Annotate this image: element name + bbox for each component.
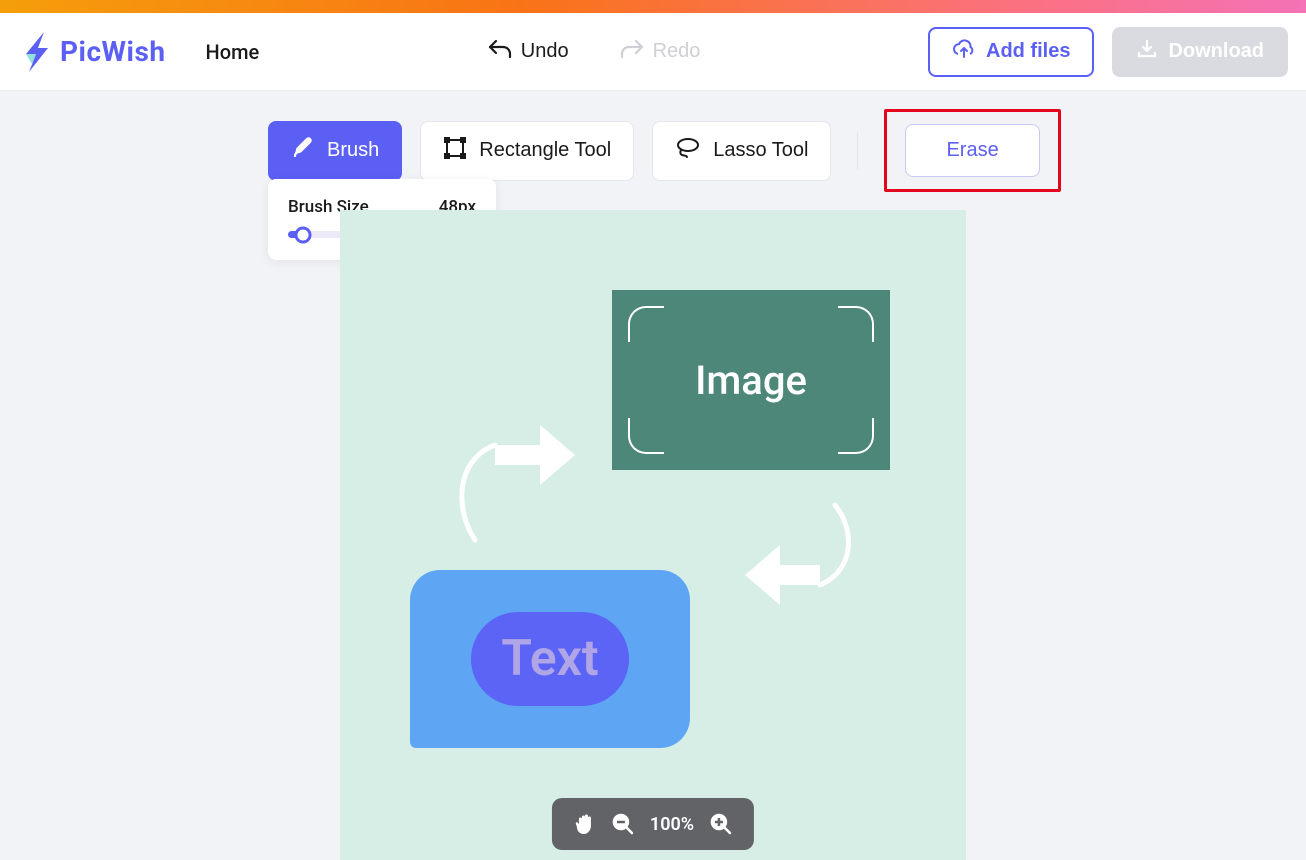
promo-strip: [0, 0, 1306, 13]
rectangle-icon: [443, 136, 467, 166]
zoom-toolbar: 100%: [552, 798, 754, 850]
header: PicWish Home Undo Redo: [0, 13, 1306, 91]
crop-corner-icon: [628, 418, 664, 454]
zoom-level: 100%: [650, 814, 694, 835]
brush-icon: [291, 136, 315, 166]
pan-hand-icon[interactable]: [574, 812, 596, 836]
rectangle-tool-button[interactable]: Rectangle Tool: [420, 121, 634, 181]
zoom-out-icon[interactable]: [612, 813, 634, 835]
undo-label: Undo: [521, 40, 569, 63]
add-files-label: Add files: [986, 40, 1070, 63]
undo-button[interactable]: Undo: [487, 38, 569, 66]
redo-button: Redo: [619, 38, 701, 66]
brush-label: Brush: [327, 139, 379, 162]
workspace: Image Text: [0, 210, 1306, 860]
upload-cloud-icon: [952, 39, 976, 65]
text-block-label: Text: [501, 630, 598, 688]
curved-arrow-icon: [740, 500, 860, 624]
logo-icon: [18, 30, 54, 74]
add-files-button[interactable]: Add files: [928, 27, 1094, 77]
rectangle-label: Rectangle Tool: [479, 139, 611, 162]
tool-toolbar: Brush Rectangle Tool Lasso Tool Erase: [0, 91, 1306, 192]
brush-mark: Text: [471, 612, 628, 706]
erase-highlight-box: Erase: [884, 109, 1060, 192]
image-block-label: Image: [695, 357, 807, 404]
erase-button[interactable]: Erase: [905, 124, 1039, 177]
lasso-label: Lasso Tool: [713, 139, 808, 162]
sample-text-block: Text: [410, 570, 690, 748]
history-actions: Undo Redo: [259, 38, 928, 66]
zoom-in-icon[interactable]: [710, 813, 732, 835]
logo[interactable]: PicWish: [18, 30, 166, 74]
download-icon: [1136, 39, 1158, 65]
file-actions: Add files Download: [928, 27, 1288, 77]
crop-corner-icon: [838, 306, 874, 342]
redo-label: Redo: [653, 40, 701, 63]
sample-image-block: Image: [612, 290, 890, 470]
toolbar-divider: [857, 132, 858, 170]
home-link[interactable]: Home: [206, 40, 260, 64]
redo-icon: [619, 38, 645, 66]
crop-corner-icon: [628, 306, 664, 342]
canvas[interactable]: Image Text: [340, 210, 966, 860]
lasso-tool-button[interactable]: Lasso Tool: [652, 121, 831, 181]
lasso-icon: [675, 136, 701, 166]
brush-tool-button[interactable]: Brush: [268, 121, 402, 181]
curved-arrow-icon: [445, 420, 585, 554]
crop-corner-icon: [838, 418, 874, 454]
download-label: Download: [1168, 40, 1264, 63]
download-button: Download: [1112, 27, 1288, 77]
undo-icon: [487, 38, 513, 66]
brand-name: PicWish: [60, 35, 166, 68]
